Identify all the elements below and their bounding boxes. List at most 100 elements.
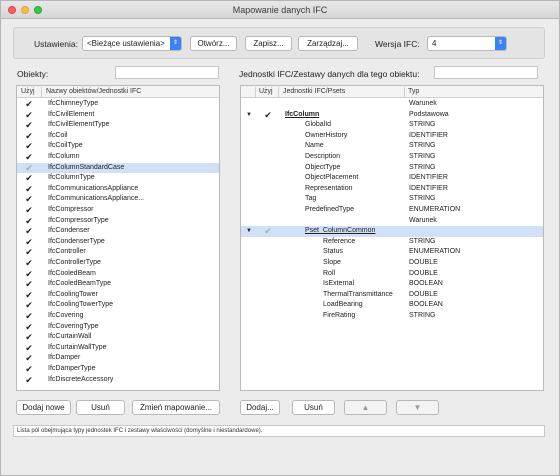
entity-row[interactable]: FireRating STRING: [241, 311, 543, 322]
check-icon[interactable]: ✔: [24, 269, 34, 280]
entity-row[interactable]: Status ENUMERATION: [241, 247, 543, 258]
entity-row[interactable]: Representation IDENTIFIER: [241, 184, 543, 195]
add-new-button[interactable]: Dodaj nowe: [16, 400, 71, 415]
object-row[interactable]: ✔ IfcCondenser: [17, 226, 219, 237]
object-row[interactable]: ✔ IfcCoolingTower: [17, 290, 219, 301]
entity-row[interactable]: Slope DOUBLE: [241, 258, 543, 269]
objects-search-field[interactable]: [115, 66, 219, 79]
check-icon[interactable]: ✔: [24, 364, 34, 375]
entity-row[interactable]: ObjectPlacement IDENTIFIER: [241, 173, 543, 184]
remove-entity-button[interactable]: Usuń: [292, 400, 335, 415]
object-row[interactable]: ✔ IfcColumnType: [17, 173, 219, 184]
settings-select[interactable]: <Bieżące ustawienia> ⇕: [82, 36, 182, 51]
open-button[interactable]: Otwórz...: [190, 36, 237, 51]
check-icon[interactable]: ✔: [263, 110, 273, 121]
change-mapping-button[interactable]: Zmień mapowanie...: [132, 400, 220, 415]
check-icon[interactable]: ✔: [24, 216, 34, 227]
entity-row[interactable]: Reference STRING: [241, 237, 543, 248]
object-row[interactable]: ✔ IfcCommunicationsAppliance...: [17, 194, 219, 205]
object-row[interactable]: ✔ IfcCoolingTowerType: [17, 300, 219, 311]
entity-name: GlobalId: [305, 121, 332, 129]
object-row[interactable]: ✔ IfcCurtainWallType: [17, 343, 219, 354]
object-row[interactable]: ✔ IfcDamper: [17, 353, 219, 364]
object-row[interactable]: ✔ IfcChimneyType: [17, 99, 219, 110]
entity-row[interactable]: LoadBearing BOOLEAN: [241, 300, 543, 311]
column-header-type[interactable]: Typ: [408, 87, 419, 97]
entities-search-field[interactable]: [434, 66, 538, 79]
object-row[interactable]: ✔ IfcColumnStandardCase: [17, 162, 219, 174]
column-header-use[interactable]: Użyj: [21, 87, 35, 97]
entity-row[interactable]: OwnerHistory IDENTIFIER: [241, 131, 543, 142]
check-icon[interactable]: ✔: [24, 375, 34, 386]
entity-row[interactable]: Warunek: [241, 216, 543, 227]
entity-row[interactable]: PredefinedType ENUMERATION: [241, 205, 543, 216]
ifc-version-select[interactable]: 4 ⇕: [427, 36, 507, 51]
object-row[interactable]: ✔ IfcCovering: [17, 311, 219, 322]
object-row[interactable]: ✔ IfcCondenserType: [17, 237, 219, 248]
entity-row[interactable]: ObjectType STRING: [241, 163, 543, 174]
object-row[interactable]: ✔ IfcColumn: [17, 152, 219, 163]
object-row[interactable]: ✔ IfcDiscreteAccessory: [17, 375, 219, 386]
check-icon[interactable]: ✔: [24, 237, 34, 248]
check-icon[interactable]: ✔: [24, 300, 34, 311]
check-icon[interactable]: ✔: [24, 343, 34, 354]
entity-row[interactable]: Warunek: [241, 99, 543, 110]
check-icon[interactable]: ✔: [24, 290, 34, 301]
check-icon[interactable]: ✔: [24, 99, 34, 110]
check-icon[interactable]: ✔: [24, 152, 34, 163]
check-icon[interactable]: ✔: [24, 120, 34, 131]
check-icon[interactable]: ✔: [24, 258, 34, 269]
remove-object-button[interactable]: Usuń: [76, 400, 125, 415]
object-row[interactable]: ✔ IfcCompressorType: [17, 216, 219, 227]
manage-button[interactable]: Zarządzaj...: [298, 36, 358, 51]
object-row[interactable]: ✔ IfcCooledBeam: [17, 269, 219, 280]
partial-check-icon[interactable]: ✔: [263, 226, 273, 237]
check-icon[interactable]: ✔: [24, 110, 34, 121]
object-row[interactable]: ✔ IfcController: [17, 247, 219, 258]
object-row[interactable]: ✔ IfcControllerType: [17, 258, 219, 269]
check-icon[interactable]: ✔: [24, 279, 34, 290]
object-row[interactable]: ✔ IfcCurtainWall: [17, 332, 219, 343]
entity-row[interactable]: Description STRING: [241, 152, 543, 163]
check-icon[interactable]: ✔: [24, 194, 34, 205]
object-row[interactable]: ✔ IfcCoilType: [17, 141, 219, 152]
object-row[interactable]: ✔ IfcCompressor: [17, 205, 219, 216]
entity-row[interactable]: GlobalId STRING: [241, 120, 543, 131]
object-row[interactable]: ✔ IfcCoil: [17, 131, 219, 142]
check-icon[interactable]: ✔: [24, 131, 34, 142]
object-row[interactable]: ✔ IfcCooledBeamType: [17, 279, 219, 290]
entity-row[interactable]: Tag STRING: [241, 194, 543, 205]
check-icon[interactable]: ✔: [24, 247, 34, 258]
column-header-use[interactable]: Użyj: [259, 87, 273, 97]
entity-type: ENUMERATION: [409, 206, 461, 213]
entity-row[interactable]: IsExternal BOOLEAN: [241, 279, 543, 290]
check-icon[interactable]: ✔: [24, 311, 34, 322]
object-row[interactable]: ✔ IfcCivilElement: [17, 110, 219, 121]
entity-row[interactable]: ▼ ✔ Pset_ColumnCommon: [241, 226, 543, 237]
object-row[interactable]: ✔ IfcCommunicationsAppliance: [17, 184, 219, 195]
partial-check-icon[interactable]: ✔: [24, 163, 34, 174]
check-icon[interactable]: ✔: [24, 141, 34, 152]
check-icon[interactable]: ✔: [24, 205, 34, 216]
object-row[interactable]: ✔ IfcCoveringType: [17, 322, 219, 333]
move-down-button[interactable]: ▼: [396, 400, 439, 415]
object-row[interactable]: ✔ IfcCivilElementType: [17, 120, 219, 131]
entity-row[interactable]: ThermalTransmittance DOUBLE: [241, 290, 543, 301]
object-row[interactable]: ✔ IfcDamperType: [17, 364, 219, 375]
disclosure-triangle-icon[interactable]: ▼: [246, 226, 252, 237]
check-icon[interactable]: ✔: [24, 173, 34, 184]
column-header-object-name[interactable]: Nazwy obiektów/Jednostki IFC: [46, 87, 141, 97]
entity-row[interactable]: Name STRING: [241, 141, 543, 152]
column-header-entity-name[interactable]: Jednostki IFC/Psets: [283, 87, 345, 97]
check-icon[interactable]: ✔: [24, 184, 34, 195]
disclosure-triangle-icon[interactable]: ▼: [246, 110, 252, 121]
entity-row[interactable]: ▼ ✔ IfcColumn Podstawowa: [241, 110, 543, 121]
entity-row[interactable]: Roll DOUBLE: [241, 269, 543, 280]
move-up-button[interactable]: ▲: [344, 400, 387, 415]
check-icon[interactable]: ✔: [24, 226, 34, 237]
save-button[interactable]: Zapisz...: [245, 36, 292, 51]
check-icon[interactable]: ✔: [24, 322, 34, 333]
check-icon[interactable]: ✔: [24, 332, 34, 343]
add-entity-button[interactable]: Dodaj...: [240, 400, 280, 415]
check-icon[interactable]: ✔: [24, 353, 34, 364]
